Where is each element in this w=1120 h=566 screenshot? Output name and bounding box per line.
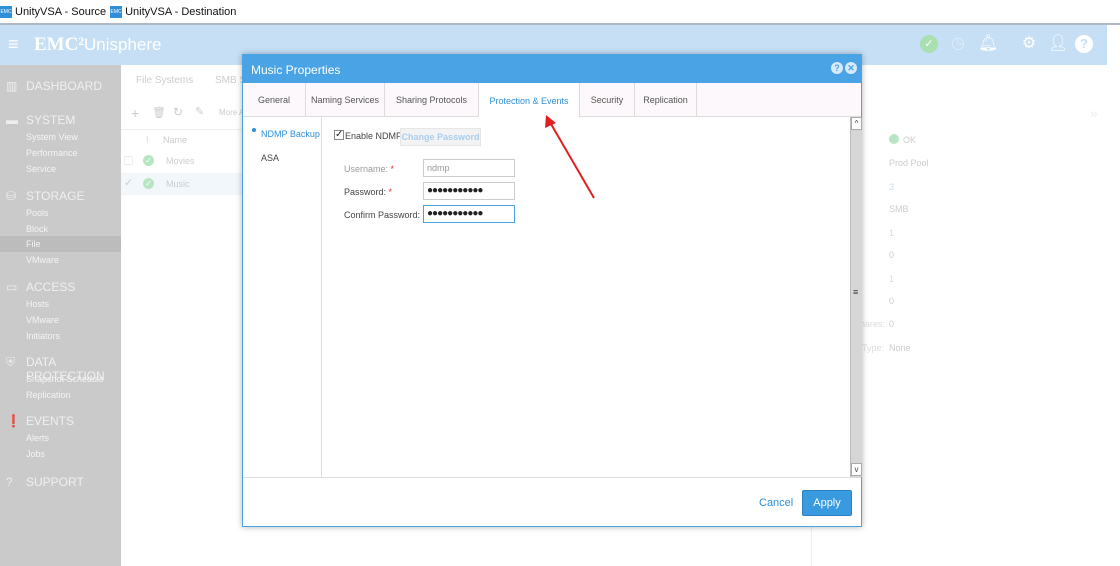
arrow-head xyxy=(545,115,556,128)
arrow-line xyxy=(550,123,595,199)
annotation-arrow xyxy=(545,115,595,199)
